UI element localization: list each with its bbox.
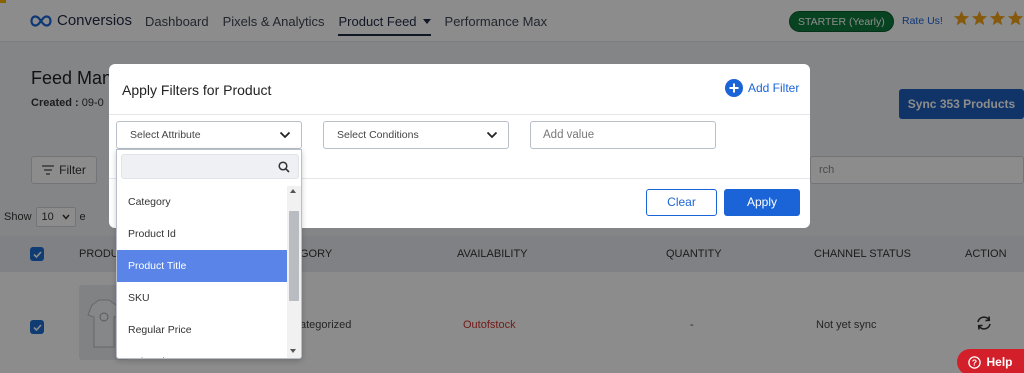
help-question-icon: ?: [968, 355, 982, 369]
chevron-down-icon: [279, 131, 291, 139]
option-category[interactable]: Category: [117, 186, 287, 218]
attribute-select-value: Select Attribute: [130, 129, 201, 141]
option-sale-price[interactable]: Sale Pri: [117, 346, 287, 358]
add-filter-label: Add Filter: [748, 81, 800, 95]
dropdown-scrollbar-thumb[interactable]: [289, 211, 299, 301]
dropdown-search-input[interactable]: [121, 154, 299, 179]
filter-value-input[interactable]: Add value: [530, 121, 716, 149]
svg-text:?: ?: [972, 357, 977, 367]
modal-header-divider: [109, 114, 810, 115]
option-product-id[interactable]: Product Id: [117, 218, 287, 250]
add-filter-button[interactable]: Add Filter: [725, 79, 799, 97]
dropdown-options-list: Category Product Id Product Title SKU Re…: [117, 186, 287, 358]
conditions-select[interactable]: Select Conditions: [323, 121, 509, 149]
modal-title: Apply Filters for Product: [122, 82, 272, 98]
option-sku[interactable]: SKU: [117, 282, 287, 314]
chevron-down-icon: [486, 131, 498, 139]
conditions-select-value: Select Conditions: [337, 129, 419, 141]
help-label: Help: [986, 355, 1013, 369]
scroll-up-arrow-icon[interactable]: [290, 189, 296, 193]
option-product-title[interactable]: Product Title: [117, 250, 287, 282]
plus-circle-icon: [725, 79, 743, 97]
help-button[interactable]: ? Help: [957, 349, 1024, 373]
attribute-select[interactable]: Select Attribute: [116, 121, 302, 149]
search-icon: [278, 161, 290, 173]
scroll-down-arrow-icon[interactable]: [290, 349, 296, 353]
clear-button[interactable]: Clear: [646, 189, 717, 216]
option-regular-price[interactable]: Regular Price: [117, 314, 287, 346]
attribute-dropdown: Category Product Id Product Title SKU Re…: [116, 149, 302, 359]
apply-button[interactable]: Apply: [724, 189, 800, 216]
